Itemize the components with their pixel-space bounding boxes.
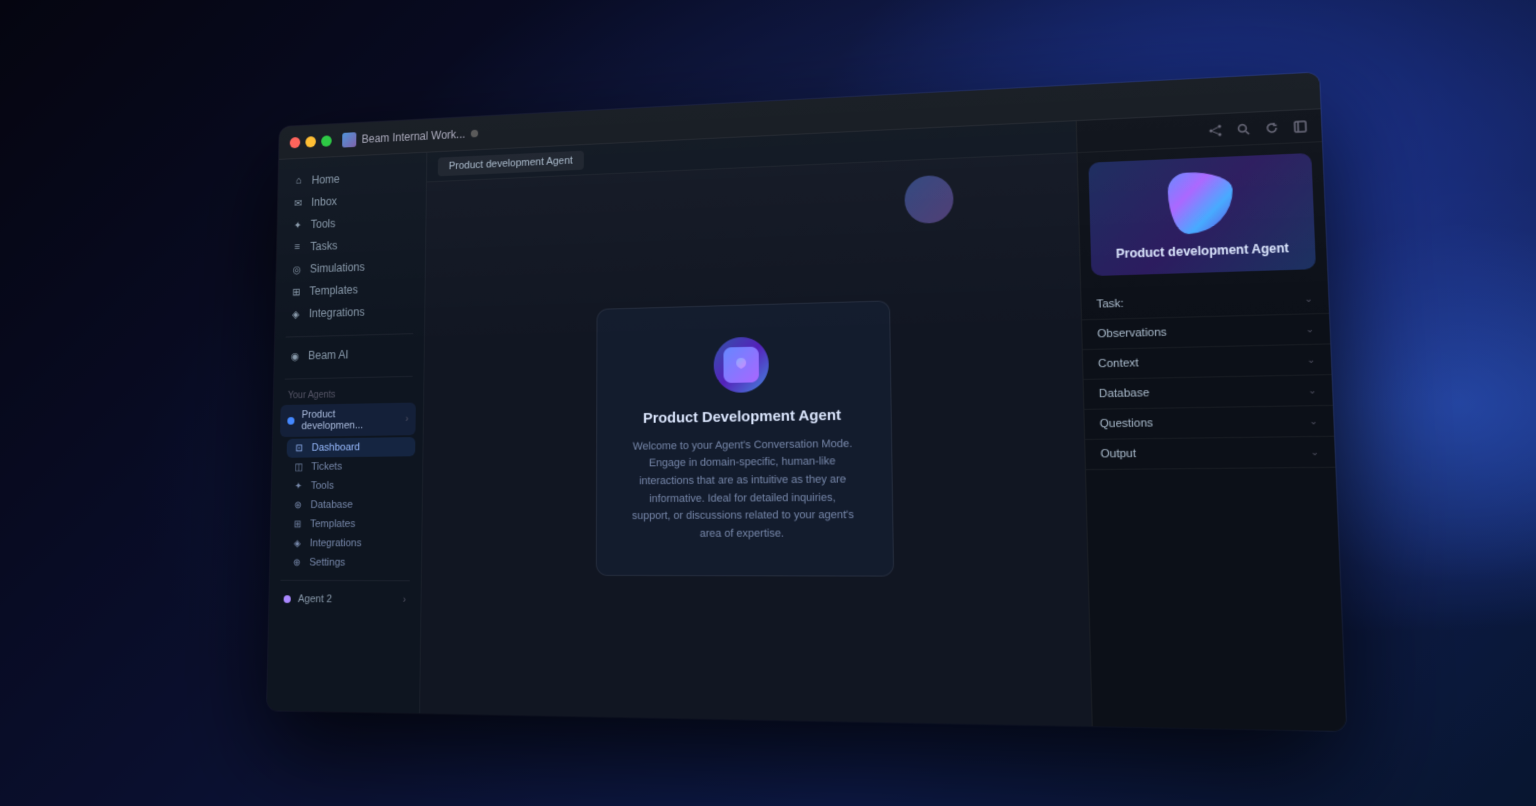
close-button[interactable] bbox=[290, 136, 301, 147]
sub-templates-icon: ⊞ bbox=[292, 519, 303, 531]
sub-nav-database[interactable]: ⊛ Database bbox=[285, 495, 414, 515]
sidebar: ⌂ Home ✉ Inbox ✦ Tools ≡ Tasks bbox=[267, 153, 427, 714]
right-panel: Product development Agent Task: ⌄ Observ… bbox=[1076, 109, 1347, 731]
tickets-icon: ◫ bbox=[293, 461, 304, 473]
scene: Beam Internal Work... ⌂ Home ✉ Inbox bbox=[0, 0, 1536, 806]
tasks-icon: ≡ bbox=[291, 240, 304, 253]
minimize-button[interactable] bbox=[305, 136, 316, 147]
panel-section-header-database[interactable]: Database ⌄ bbox=[1084, 375, 1333, 409]
beamai-icon: ◉ bbox=[289, 349, 302, 362]
nav-section-beam: ◉ Beam AI bbox=[274, 341, 423, 367]
top-avatar bbox=[904, 175, 954, 225]
agent-2[interactable]: Agent 2 › bbox=[276, 589, 413, 611]
sidebar-item-beamai[interactable]: ◉ Beam AI bbox=[281, 342, 416, 368]
agent2-dot bbox=[284, 595, 291, 603]
search-icon[interactable] bbox=[1233, 119, 1253, 138]
content-area: Product development Agent bbox=[420, 121, 1092, 726]
database-chevron: ⌄ bbox=[1308, 384, 1317, 396]
output-chevron: ⌄ bbox=[1310, 446, 1319, 458]
agent-avatar bbox=[713, 336, 768, 393]
database-icon: ⊛ bbox=[293, 499, 304, 511]
panel-section-database: Database ⌄ bbox=[1084, 375, 1333, 410]
agent-avatar-inner bbox=[723, 346, 759, 382]
sub-nav-settings[interactable]: ⊕ Settings bbox=[284, 553, 414, 572]
sub-nav-tickets[interactable]: ◫ Tickets bbox=[286, 456, 415, 476]
integrations-icon: ◈ bbox=[289, 307, 302, 320]
expand-icon[interactable] bbox=[1290, 116, 1311, 135]
divider-1 bbox=[286, 333, 414, 337]
sub-nav-dashboard[interactable]: ⊡ Dashboard bbox=[287, 437, 416, 458]
panel-section-output: Output ⌄ bbox=[1085, 437, 1335, 470]
divider-3 bbox=[280, 580, 409, 581]
agent-card-avatar bbox=[1167, 171, 1234, 235]
sub-nav-integrations[interactable]: ◈ Integrations bbox=[285, 534, 415, 553]
share-icon[interactable] bbox=[1205, 121, 1225, 140]
agent-avatar-svg bbox=[730, 353, 752, 375]
tools-icon: ✦ bbox=[291, 218, 304, 231]
window-controls bbox=[290, 135, 332, 148]
nav-section-main: ⌂ Home ✉ Inbox ✦ Tools ≡ Tasks bbox=[275, 164, 426, 326]
sub-nav-templates[interactable]: ⊞ Templates bbox=[285, 514, 414, 534]
settings-icon: ⊕ bbox=[291, 557, 302, 569]
questions-chevron: ⌄ bbox=[1309, 415, 1318, 427]
sub-nav: ⊡ Dashboard ◫ Tickets ✦ Tools ⊛ Database bbox=[270, 437, 423, 573]
workspace-icon bbox=[342, 132, 356, 147]
simulations-icon: ◎ bbox=[290, 263, 303, 276]
agent-product-dev[interactable]: Product developmen... › bbox=[280, 403, 416, 438]
sidebar-item-integrations[interactable]: ◈ Integrations bbox=[282, 299, 417, 325]
title-dot bbox=[471, 129, 478, 137]
workspace-name: Beam Internal Work... bbox=[362, 127, 466, 145]
chat-area: Product Development Agent Welcome to you… bbox=[420, 153, 1092, 726]
home-icon: ⌂ bbox=[292, 174, 304, 187]
refresh-icon[interactable] bbox=[1262, 118, 1282, 137]
templates-icon: ⊞ bbox=[290, 285, 303, 298]
welcome-title: Product Development Agent bbox=[631, 406, 854, 426]
maximize-button[interactable] bbox=[321, 135, 332, 147]
panel-section-header-questions[interactable]: Questions ⌄ bbox=[1084, 406, 1334, 439]
task-chevron: ⌄ bbox=[1304, 293, 1313, 305]
panel-section-context: Context ⌄ bbox=[1083, 344, 1332, 380]
panel-section-questions: Questions ⌄ bbox=[1084, 406, 1334, 440]
divider-2 bbox=[285, 376, 413, 380]
context-chevron: ⌄ bbox=[1307, 354, 1316, 366]
agent2-section: Agent 2 › bbox=[269, 588, 421, 612]
welcome-card: Product Development Agent Welcome to you… bbox=[595, 300, 893, 577]
agent-expand-icon: › bbox=[405, 414, 408, 425]
agent-card: Product development Agent bbox=[1088, 153, 1316, 276]
inbox-icon: ✉ bbox=[292, 196, 304, 209]
panel-section-header-output[interactable]: Output ⌄ bbox=[1085, 437, 1335, 469]
tab-product-dev[interactable]: Product development Agent bbox=[438, 150, 584, 176]
panel-sections: Task: ⌄ Observations ⌄ Context ⌄ bbox=[1081, 279, 1346, 731]
agent-dot-blue bbox=[287, 417, 294, 425]
avatar-blob bbox=[1167, 171, 1234, 235]
panel-section-header-observations[interactable]: Observations ⌄ bbox=[1082, 314, 1330, 349]
main-content: ⌂ Home ✉ Inbox ✦ Tools ≡ Tasks bbox=[267, 109, 1346, 731]
dashboard-icon: ⊡ bbox=[294, 442, 305, 454]
panel-section-header-context[interactable]: Context ⌄ bbox=[1083, 344, 1332, 378]
welcome-description: Welcome to your Agent's Conversation Mod… bbox=[631, 436, 855, 544]
agent-section: Product developmen... › bbox=[273, 402, 423, 439]
app-window: Beam Internal Work... ⌂ Home ✉ Inbox bbox=[267, 72, 1346, 731]
sub-tools-icon: ✦ bbox=[293, 480, 304, 492]
sub-nav-tools[interactable]: ✦ Tools bbox=[286, 476, 415, 496]
agent2-expand-icon: › bbox=[403, 594, 406, 605]
sub-integrations-icon: ◈ bbox=[292, 538, 303, 550]
observations-chevron: ⌄ bbox=[1305, 323, 1314, 335]
agent-card-title: Product development Agent bbox=[1105, 240, 1299, 261]
